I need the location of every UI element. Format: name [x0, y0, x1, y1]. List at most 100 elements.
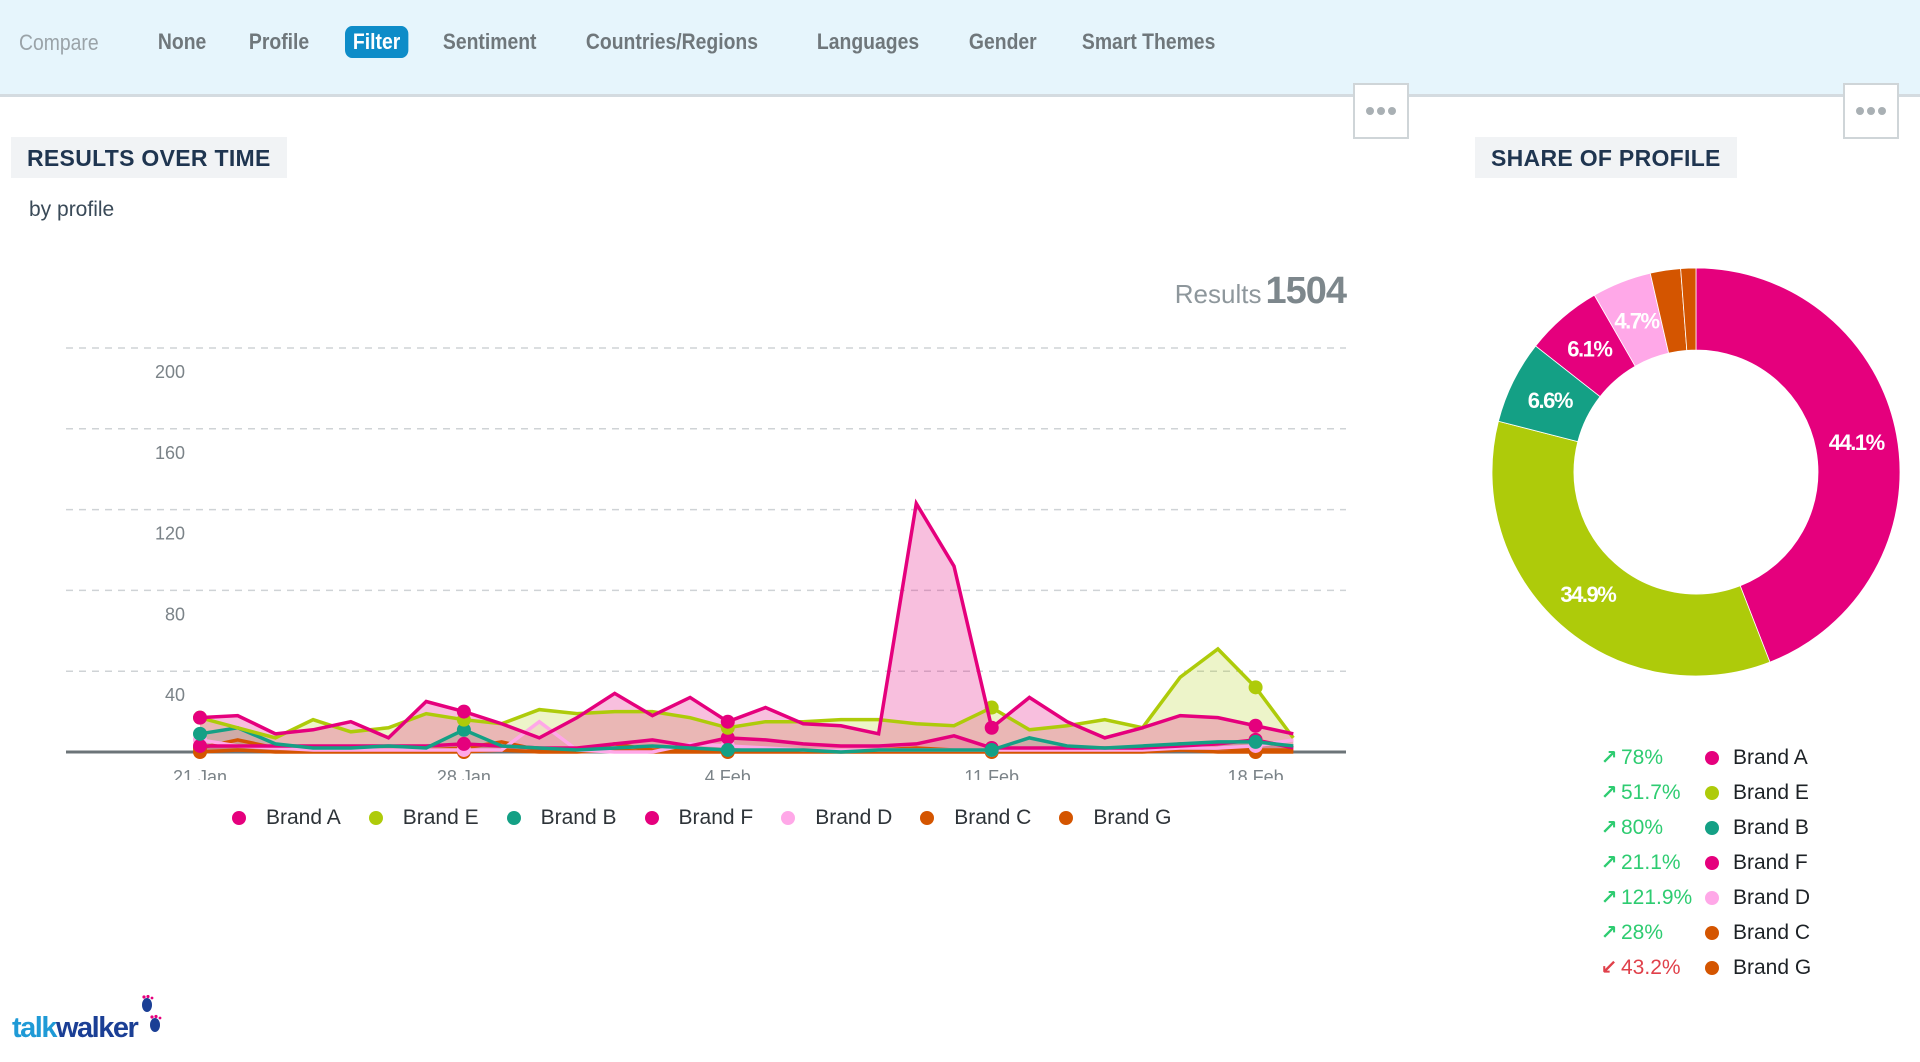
legend-label: Brand C [954, 806, 1032, 829]
legend-swatch [232, 811, 246, 825]
legend-label: Brand D [1733, 885, 1811, 909]
data-point-brand-b[interactable] [1248, 734, 1263, 749]
change-percent: 43.2% [1621, 955, 1681, 979]
tab-gender[interactable]: Gender [961, 26, 1045, 58]
donut-slice-brand-e[interactable] [1491, 420, 1771, 677]
y-tick-label: 40 [165, 685, 185, 705]
data-point-brand-a[interactable] [456, 704, 471, 719]
change-percent: 80% [1621, 815, 1664, 839]
legend-swatch [644, 811, 659, 825]
legend-item-brand-f[interactable]: Brand F [644, 806, 754, 830]
change-value: ↙ 43.2% [1600, 955, 1705, 980]
change-percent: 28% [1621, 920, 1664, 944]
share-legend-item-brand-f[interactable]: ↗ 21.1% Brand F [1600, 845, 1811, 880]
legend-item-brand-g[interactable]: Brand G [1059, 806, 1172, 830]
compare-toolbar: Compare None Profile Filter Sentiment Co… [0, 0, 1920, 97]
tab-none[interactable]: None [150, 26, 214, 58]
share-more-button[interactable] [1843, 83, 1899, 139]
legend-item-brand-b[interactable]: Brand B [506, 806, 617, 830]
change-value: ↗ 51.7% [1600, 780, 1705, 805]
tab-sentiment[interactable]: Sentiment [435, 26, 544, 58]
compare-label: Compare [19, 30, 99, 55]
data-point-brand-f[interactable] [456, 736, 471, 751]
ellipsis-icon [1856, 107, 1864, 115]
legend-label: Brand G [1733, 955, 1812, 979]
results-more-button[interactable] [1353, 83, 1409, 139]
donut-label-brand-a: 44.1% [1829, 430, 1885, 455]
legend-label: Brand E [1733, 780, 1809, 804]
y-tick-label: 200 [155, 362, 185, 382]
talkwalker-logo: talk walker [12, 995, 164, 1045]
legend-label: Brand A [1733, 745, 1808, 769]
legend-swatch [781, 811, 796, 825]
legend-swatch [1705, 785, 1719, 800]
change-value: ↗ 121.9% [1600, 885, 1705, 910]
donut-label-brand-d: 4.7% [1614, 308, 1659, 333]
tab-filter[interactable]: Filter [345, 26, 409, 58]
tab-smart-themes[interactable]: Smart Themes [1074, 26, 1223, 58]
legend-item-brand-e[interactable]: Brand E [368, 806, 479, 830]
tab-languages[interactable]: Languages [809, 26, 927, 58]
data-point-brand-b[interactable] [193, 726, 207, 741]
data-point-brand-a[interactable] [193, 710, 207, 725]
legend-item-brand-c[interactable]: Brand C [920, 806, 1031, 830]
share-legend-item-brand-c[interactable]: ↗ 28% Brand C [1600, 915, 1811, 950]
legend-swatch [1705, 855, 1719, 870]
donut-label-brand-f: 6.1% [1567, 337, 1612, 362]
share-legend-item-brand-b[interactable]: ↗ 80% Brand B [1600, 810, 1811, 845]
share-legend-item-brand-d[interactable]: ↗ 121.9% Brand D [1600, 880, 1811, 915]
y-tick-label: 160 [155, 443, 185, 463]
ellipsis-icon [1366, 107, 1374, 115]
change-percent: 51.7% [1621, 780, 1681, 804]
legend-label: Brand E [402, 806, 479, 829]
ellipsis-icon [1878, 107, 1886, 115]
data-point-brand-e[interactable] [1248, 680, 1263, 695]
tab-profile[interactable]: Profile [241, 26, 317, 58]
data-point-brand-a[interactable] [1248, 718, 1263, 733]
change-percent: 121.9% [1621, 885, 1693, 909]
x-tick-label: 11 Feb [964, 767, 1019, 780]
legend-label: Brand F [1733, 850, 1808, 874]
x-tick-label: 4 Feb [705, 767, 751, 780]
results-over-time-title: RESULTS OVER TIME [11, 137, 287, 178]
data-point-brand-f[interactable] [193, 738, 207, 753]
change-value: ↗ 28% [1600, 920, 1705, 945]
ellipsis-icon [1867, 107, 1875, 115]
legend-swatch [506, 811, 521, 825]
chart-legend: Brand A Brand E Brand B Brand F Brand D Brand… [232, 806, 1200, 830]
legend-label: Brand F [678, 806, 754, 829]
share-legend-item-brand-a[interactable]: ↗ 78% Brand A [1600, 740, 1811, 775]
trend-up-icon: ↗ [1600, 817, 1618, 839]
donut-label-brand-e: 34.9% [1560, 582, 1616, 607]
trend-down-icon: ↙ [1600, 957, 1618, 979]
line-brand-e [199, 646, 1295, 740]
legend-label: Brand A [266, 806, 341, 829]
legend-swatch [1059, 811, 1074, 825]
results-count: 1504 [1265, 270, 1347, 312]
legend-item-brand-d[interactable]: Brand D [781, 806, 892, 830]
data-point-brand-a[interactable] [720, 714, 735, 729]
y-tick-label: 80 [165, 604, 185, 624]
footprints-icon [142, 995, 162, 1032]
trend-up-icon: ↗ [1600, 922, 1618, 944]
change-percent: 21.1% [1621, 850, 1681, 874]
change-value: ↗ 78% [1600, 745, 1705, 770]
y-tick-label: 120 [155, 524, 185, 544]
trend-up-icon: ↗ [1600, 887, 1618, 909]
legend-label: Brand C [1733, 920, 1811, 944]
share-legend-item-brand-g[interactable]: ↙ 43.2% Brand G [1600, 950, 1812, 985]
legend-swatch [1705, 750, 1719, 765]
data-point-brand-b[interactable] [720, 742, 735, 757]
share-legend-item-brand-e[interactable]: ↗ 51.7% Brand E [1600, 775, 1811, 810]
tab-countries-regions[interactable]: Countries/Regions [578, 26, 766, 58]
data-point-brand-b[interactable] [984, 742, 999, 757]
trend-up-icon: ↗ [1600, 782, 1618, 804]
data-point-brand-a[interactable] [984, 720, 999, 735]
legend-swatch [1705, 925, 1719, 940]
change-value: ↗ 80% [1600, 815, 1705, 840]
results-subtitle: by profile [29, 198, 115, 221]
line-brand-a [199, 498, 1294, 740]
change-value: ↗ 21.1% [1600, 850, 1705, 875]
legend-swatch [1705, 820, 1719, 835]
legend-item-brand-a[interactable]: Brand A [232, 806, 341, 830]
